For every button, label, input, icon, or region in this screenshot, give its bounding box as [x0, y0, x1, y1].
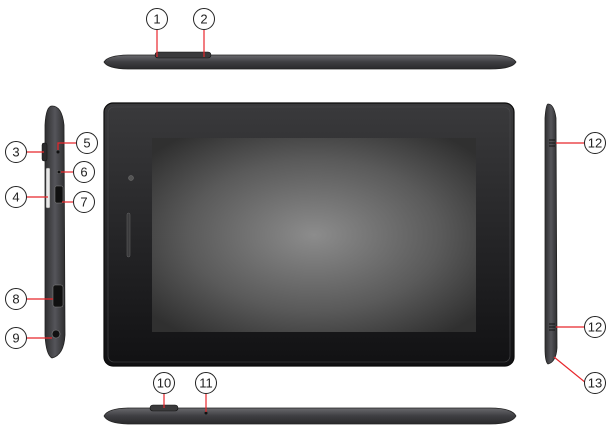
callout-10-label: 10 [157, 376, 171, 391]
leader-13 [553, 356, 587, 384]
callout-11: 11 [195, 372, 217, 394]
callout-7-label: 7 [80, 195, 87, 210]
reset-hole [56, 150, 60, 154]
callout-7: 7 [73, 191, 95, 213]
volume-rocker [154, 51, 212, 59]
callout-4-label: 4 [12, 190, 19, 205]
callout-6-label: 6 [80, 165, 87, 180]
headphone-jack [51, 329, 61, 339]
front-camera [128, 175, 134, 181]
callout-6: 6 [73, 161, 95, 183]
callout-8: 8 [5, 288, 27, 310]
callout-13-label: 13 [588, 376, 602, 391]
left-side-body [44, 105, 66, 359]
callout-3: 3 [5, 141, 27, 163]
callout-8-label: 8 [12, 292, 19, 307]
top-edge-view [103, 51, 517, 70]
card-slot [45, 167, 51, 209]
callout-12-bottom-label: 12 [588, 320, 602, 335]
callout-13: 13 [584, 372, 606, 394]
callout-12-top-label: 12 [588, 136, 602, 151]
callout-11-label: 11 [199, 376, 213, 391]
right-side-view [544, 103, 558, 365]
tablet-diagram: 1 2 3 4 5 6 7 8 9 10 11 12 12 13 [5, 8, 606, 425]
callout-1-label: 1 [153, 12, 160, 27]
callout-10: 10 [153, 372, 175, 394]
callout-12-top: 12 [584, 132, 606, 154]
callout-2: 2 [193, 8, 215, 30]
bottom-edge-view [103, 404, 517, 425]
left-side-view [41, 105, 66, 359]
callout-3-label: 3 [12, 145, 19, 160]
callout-2-label: 2 [200, 12, 207, 27]
callout-1: 1 [146, 8, 168, 30]
front-view [103, 102, 515, 367]
hdmi-port [52, 284, 64, 308]
led-indicator [57, 169, 62, 174]
tablet-screen [152, 138, 476, 332]
callout-4: 4 [5, 186, 27, 208]
callout-9: 9 [5, 327, 27, 349]
callout-5-label: 5 [83, 136, 90, 151]
callout-5: 5 [76, 132, 98, 154]
micro-usb-port [54, 185, 64, 204]
callout-12-bottom: 12 [584, 316, 606, 338]
front-speaker [126, 212, 131, 258]
callout-9-label: 9 [12, 331, 19, 346]
